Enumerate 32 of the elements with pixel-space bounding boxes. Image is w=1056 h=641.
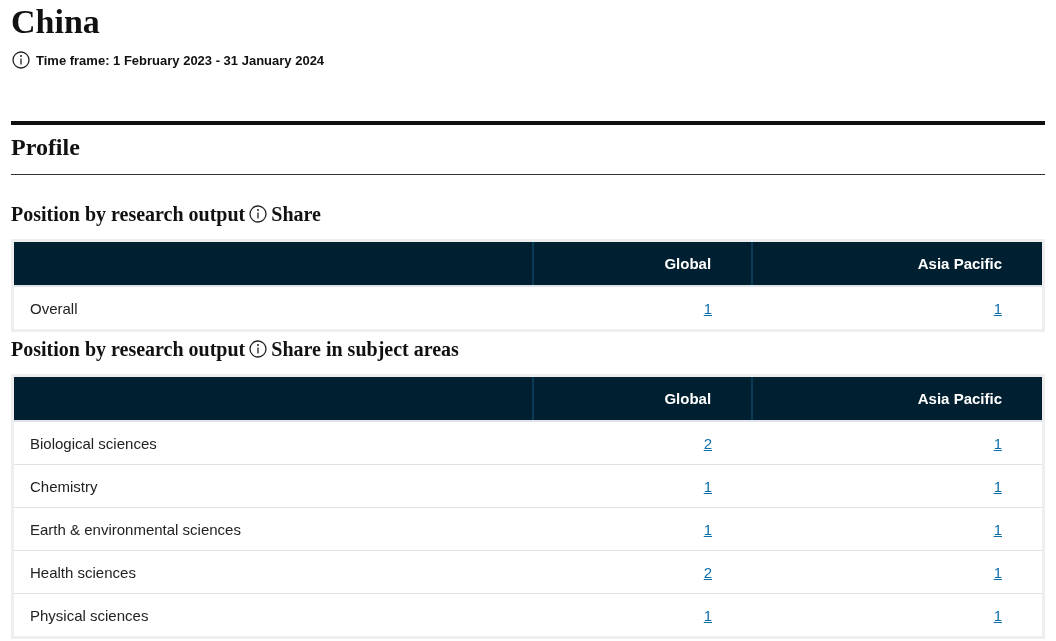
rank-link[interactable]: 1 bbox=[993, 520, 1002, 538]
section-heading: Share bbox=[271, 202, 321, 226]
rank-link[interactable]: 1 bbox=[993, 299, 1002, 317]
row-label: Earth & environmental sciences bbox=[30, 520, 241, 538]
row-label: Biological sciences bbox=[30, 434, 157, 452]
section-title: Profile bbox=[11, 134, 80, 160]
column-header: Asia Pacific bbox=[917, 255, 1002, 272]
rank-link[interactable]: 1 bbox=[993, 434, 1002, 452]
rank-link[interactable]: 2 bbox=[703, 563, 713, 581]
row-label: Chemistry bbox=[30, 477, 98, 495]
rank-link[interactable]: 1 bbox=[993, 606, 1002, 624]
rank-link[interactable]: 1 bbox=[993, 563, 1002, 581]
time-frame: Time frame: 1 February 2023 - 31 January 2024 bbox=[36, 52, 325, 68]
rank-link[interactable]: 1 bbox=[703, 606, 713, 624]
column-header: Global bbox=[664, 390, 712, 407]
section-heading: Share in subject areas bbox=[271, 337, 459, 361]
section-heading: Position by research output bbox=[11, 202, 246, 226]
info-icon bbox=[249, 205, 268, 223]
rank-link[interactable]: 1 bbox=[703, 520, 713, 538]
rank-link[interactable]: 1 bbox=[993, 477, 1002, 495]
row-label: Health sciences bbox=[30, 563, 136, 581]
column-header: Global bbox=[664, 255, 712, 272]
row-label: Physical sciences bbox=[30, 606, 149, 624]
info-icon bbox=[249, 340, 268, 358]
rank-link[interactable]: 2 bbox=[703, 434, 713, 452]
section-heading: Position by research output bbox=[11, 337, 246, 361]
row-label: Overall bbox=[30, 299, 78, 317]
page-title: China bbox=[11, 2, 101, 42]
column-header: Asia Pacific bbox=[917, 390, 1002, 407]
rank-link[interactable]: 1 bbox=[703, 477, 713, 495]
info-icon bbox=[12, 51, 30, 69]
rank-link[interactable]: 1 bbox=[703, 299, 713, 317]
